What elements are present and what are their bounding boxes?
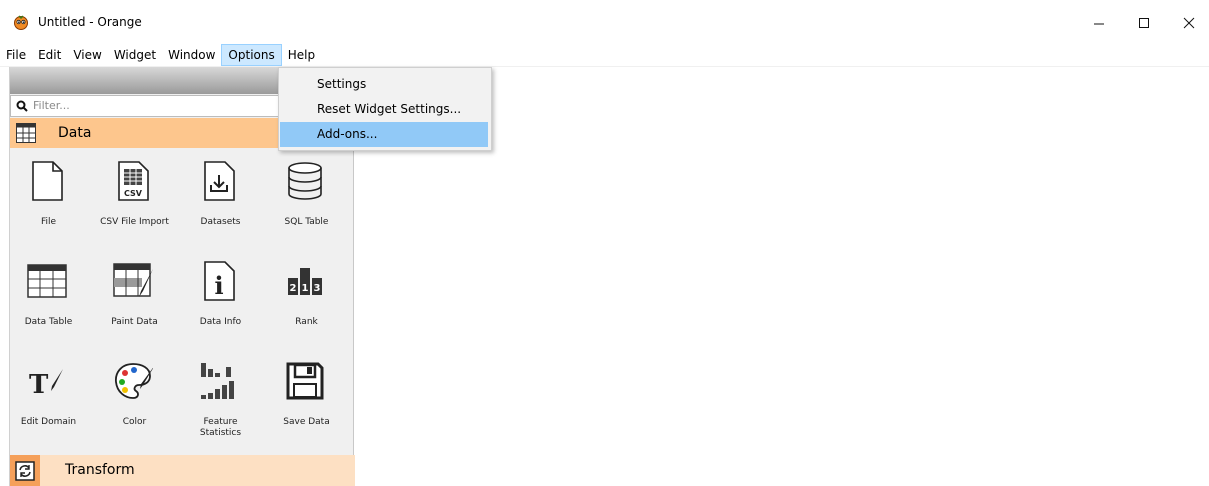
widget-save-data[interactable]: Save Data xyxy=(268,349,345,449)
widget-datasets[interactable]: Datasets xyxy=(182,149,259,249)
csv-icon: CSV xyxy=(118,161,149,201)
widget-file[interactable]: File xyxy=(10,149,87,249)
menu-help[interactable]: Help xyxy=(282,44,321,66)
widget-csv-file-import[interactable]: CSV CSV File Import xyxy=(96,149,173,249)
table-icon xyxy=(27,264,67,298)
maximize-icon xyxy=(1139,18,1149,28)
widget-sql-table[interactable]: SQL Table xyxy=(268,149,345,249)
title-bar: Untitled - Orange xyxy=(0,0,1209,44)
close-icon xyxy=(1183,17,1195,29)
paint-data-icon xyxy=(113,263,153,297)
svg-text:i: i xyxy=(214,271,223,300)
menu-options[interactable]: Options xyxy=(221,44,282,66)
menu-file[interactable]: File xyxy=(0,44,32,66)
maximize-button[interactable] xyxy=(1122,8,1166,38)
rank-icon: 2 1 3 xyxy=(288,268,322,295)
svg-text:3: 3 xyxy=(314,283,321,294)
info-icon: i xyxy=(204,261,235,301)
svg-text:1: 1 xyxy=(302,283,309,294)
edit-domain-icon: T xyxy=(29,369,63,397)
transform-icon xyxy=(15,461,35,481)
category-transform[interactable]: Transform xyxy=(10,455,355,486)
menu-bar: File Edit View Widget Window Options Hel… xyxy=(0,44,1209,67)
menu-widget[interactable]: Widget xyxy=(108,44,162,66)
widget-feature-statistics[interactable]: Feature Statistics xyxy=(182,349,259,449)
file-icon xyxy=(32,161,63,201)
window-title: Untitled - Orange xyxy=(38,15,142,29)
minimize-button[interactable] xyxy=(1077,8,1121,38)
close-button[interactable] xyxy=(1167,8,1209,38)
options-dropdown-menu: Settings Reset Widget Settings... Add-on… xyxy=(278,67,492,151)
svg-text:CSV: CSV xyxy=(124,189,143,198)
search-icon xyxy=(16,100,28,112)
svg-text:T: T xyxy=(29,370,49,397)
minimize-icon xyxy=(1094,23,1104,25)
widget-color[interactable]: Color xyxy=(96,349,173,449)
menu-view[interactable]: View xyxy=(67,44,107,66)
category-data-label: Data xyxy=(58,125,92,141)
filter-placeholder: Filter... xyxy=(33,99,70,112)
palette-icon xyxy=(115,363,153,399)
menu-edit[interactable]: Edit xyxy=(32,44,67,66)
orange-app-icon xyxy=(14,15,28,30)
floppy-disk-icon xyxy=(286,362,324,400)
widget-paint-data[interactable]: Paint Data xyxy=(96,249,173,349)
widget-data-info[interactable]: i Data Info xyxy=(182,249,259,349)
transform-icon-bg xyxy=(10,455,40,486)
svg-text:2: 2 xyxy=(290,283,297,294)
widget-edit-domain[interactable]: T Edit Domain xyxy=(10,349,87,449)
category-transform-label: Transform xyxy=(65,462,135,478)
menu-item-add-ons[interactable]: Add-ons... xyxy=(280,122,488,147)
menu-window[interactable]: Window xyxy=(162,44,221,66)
widget-data-table[interactable]: Data Table xyxy=(10,249,87,349)
datasets-icon xyxy=(204,161,235,201)
menu-item-settings[interactable]: Settings xyxy=(280,72,488,97)
widget-rank[interactable]: 2 1 3 Rank xyxy=(268,249,345,349)
table-icon xyxy=(16,123,36,143)
feature-statistics-icon xyxy=(201,363,234,399)
database-icon xyxy=(288,162,322,200)
menu-item-reset-widget-settings[interactable]: Reset Widget Settings... xyxy=(280,97,488,122)
